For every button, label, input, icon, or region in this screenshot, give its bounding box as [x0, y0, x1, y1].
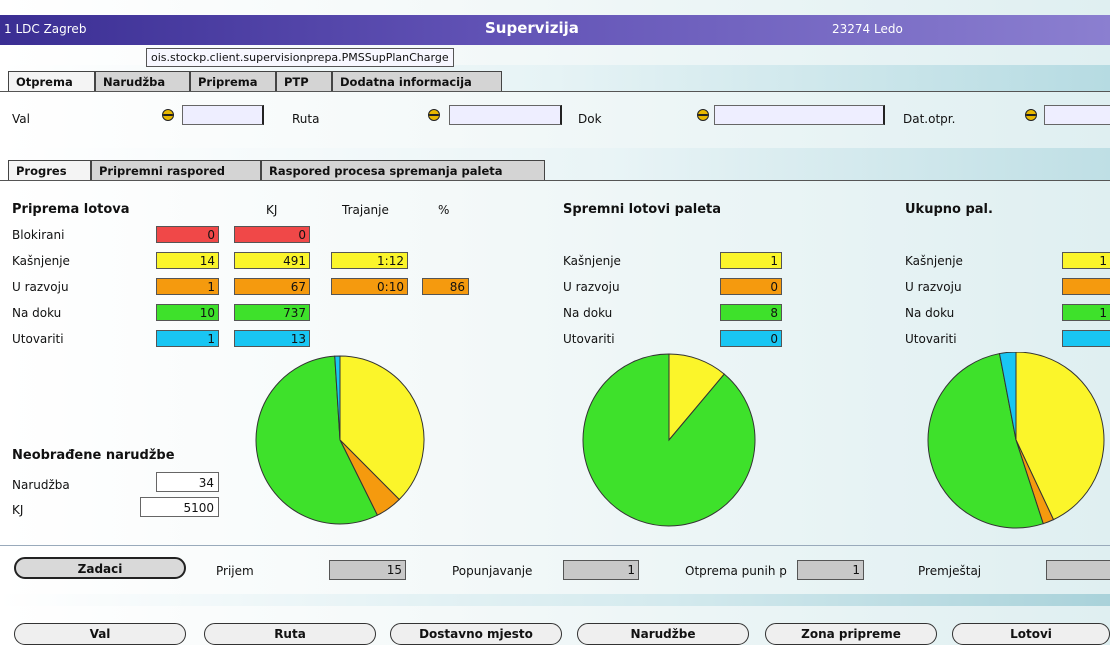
otprema-value: 1	[797, 560, 864, 580]
spremni-utovariti-value: 0	[720, 330, 782, 347]
neobradene-kj-label: KJ	[12, 503, 24, 517]
kasnjenje-kj: 491	[234, 252, 310, 269]
na-doku-kj: 737	[234, 304, 310, 321]
spremni-kasnjenje-value: 1	[720, 252, 782, 269]
kasnjenje-trajanje: 1:12	[331, 252, 408, 269]
spremni-u-razvoju-value: 0	[720, 278, 782, 295]
prijem-value: 15	[329, 560, 406, 580]
subtab-raspored-procesa[interactable]: Raspored procesa spremanja paleta	[261, 160, 545, 180]
subtab-pripremni-raspored[interactable]: Pripremni raspored	[91, 160, 261, 180]
dat-otpr-label: Dat.otpr.	[903, 112, 956, 126]
spremni-na-doku-value: 8	[720, 304, 782, 321]
utovariti-kj: 13	[234, 330, 310, 347]
spremni-label-utovariti: Utovariti	[563, 332, 615, 346]
row-label-kasnjenje: Kašnjenje	[12, 254, 70, 268]
dok-input[interactable]	[714, 105, 885, 125]
neobradene-kj-value: 5100	[140, 497, 219, 517]
utovariti-count: 1	[156, 330, 219, 347]
row-label-utovariti: Utovariti	[12, 332, 64, 346]
ruta-input[interactable]	[449, 105, 562, 125]
pct-header: %	[438, 203, 450, 217]
priprema-title: Priprema lotova	[12, 202, 130, 217]
kj-header: KJ	[266, 203, 278, 217]
zadaci-button[interactable]: Zadaci	[14, 557, 186, 579]
spremni-pie-chart	[582, 353, 756, 527]
status-separator	[0, 545, 1110, 546]
neobradene-narudzba-value: 34	[156, 472, 219, 492]
window-title: Supervizija	[485, 19, 579, 37]
ukupno-pie-chart	[927, 352, 1105, 529]
blokirani-kj: 0	[234, 226, 310, 243]
ukupno-label-u-razvoju: U razvoju	[905, 280, 962, 294]
tab-otprema[interactable]: Otprema	[8, 71, 95, 91]
ukupno-label-na-doku: Na doku	[905, 306, 955, 320]
neobradene-title: Neobrađene narudžbe	[12, 448, 175, 463]
tab-ptp[interactable]: PTP	[276, 71, 332, 91]
spremni-label-u-razvoju: U razvoju	[563, 280, 620, 294]
ukupno-title: Ukupno pal.	[905, 202, 993, 217]
ruta-label: Ruta	[292, 112, 320, 126]
ukupno-label-kasnjenje: Kašnjenje	[905, 254, 963, 268]
user-label: 23274 Ledo	[832, 22, 903, 36]
subtab-divider	[0, 180, 1110, 181]
location-label: 1 LDC Zagreb	[4, 22, 87, 36]
tab-priprema[interactable]: Priprema	[190, 71, 276, 91]
dok-label: Dok	[578, 112, 602, 126]
kasnjenje-count: 14	[156, 252, 219, 269]
premjestaj-value	[1046, 560, 1110, 580]
u-razvoju-trajanje: 0:10	[331, 278, 408, 295]
ruta-lookup-icon[interactable]	[428, 109, 440, 121]
u-razvoju-pct: 86	[422, 278, 469, 295]
popunjavanje-label: Popunjavanje	[452, 564, 533, 578]
tab-narudzba[interactable]: Narudžba	[95, 71, 190, 91]
na-doku-count: 10	[156, 304, 219, 321]
row-label-na-doku: Na doku	[12, 306, 62, 320]
class-tooltip: ois.stockp.client.supervisionprepa.PMSSu…	[146, 48, 454, 67]
row-label-blokirani: Blokirani	[12, 228, 65, 242]
blokirani-count: 0	[156, 226, 219, 243]
title-bar: 1 LDC Zagreb Supervizija 23274 Ledo	[0, 15, 1110, 45]
ukupno-label-utovariti: Utovariti	[905, 332, 957, 346]
spremni-pie-slice-na-doku	[582, 353, 756, 527]
ukupno-kasnjenje-value: 1	[1062, 252, 1110, 269]
ukupno-utovariti-value	[1062, 330, 1110, 347]
dok-lookup-icon[interactable]	[697, 109, 709, 121]
spremni-label-na-doku: Na doku	[563, 306, 613, 320]
popunjavanje-value: 1	[563, 560, 639, 580]
val-input[interactable]	[182, 105, 264, 125]
dat-otpr-input[interactable]	[1044, 105, 1110, 125]
val-lookup-icon[interactable]	[162, 109, 174, 121]
tab-divider	[0, 91, 1110, 92]
trajanje-header: Trajanje	[342, 203, 389, 217]
premjestaj-label: Premještaj	[918, 564, 982, 578]
subtab-progres[interactable]: Progres	[8, 160, 91, 180]
tab-dodatna-informacija[interactable]: Dodatna informacija	[332, 71, 502, 91]
otprema-label: Otprema punih p	[685, 564, 787, 578]
u-razvoju-count: 1	[156, 278, 219, 295]
neobradene-narudzba-label: Narudžba	[12, 478, 70, 492]
u-razvoju-kj: 67	[234, 278, 310, 295]
row-label-u-razvoju: U razvoju	[12, 280, 69, 294]
prijem-label: Prijem	[216, 564, 254, 578]
bottom-band	[0, 594, 1110, 606]
spremni-title: Spremni lotovi paleta	[563, 202, 722, 217]
val-label: Val	[12, 112, 30, 126]
ukupno-u-razvoju-value	[1062, 278, 1110, 295]
dat-lookup-icon[interactable]	[1025, 109, 1037, 121]
priprema-kj-pie-chart	[255, 355, 425, 525]
ukupno-na-doku-value: 1	[1062, 304, 1110, 321]
spremni-label-kasnjenje: Kašnjenje	[563, 254, 621, 268]
